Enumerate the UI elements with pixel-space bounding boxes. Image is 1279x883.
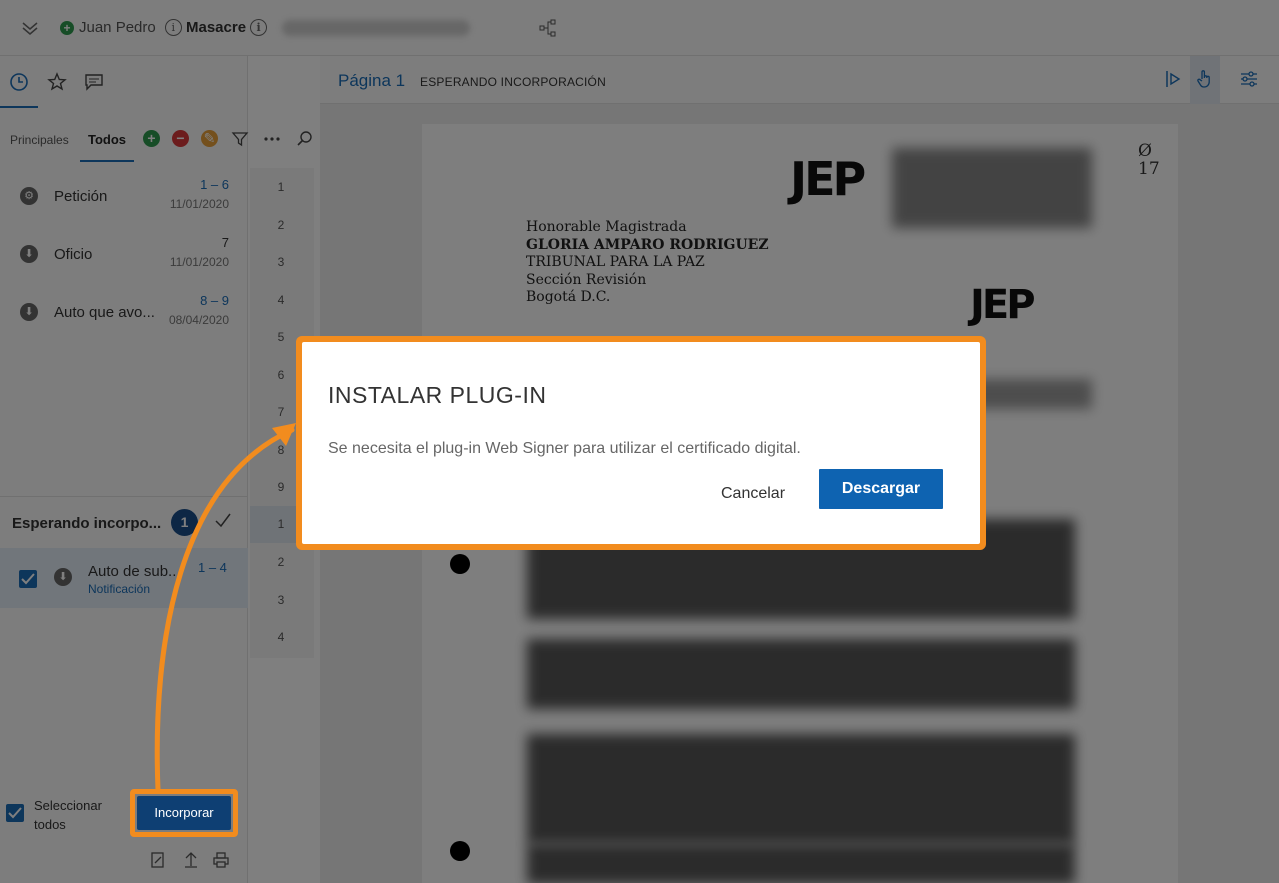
dialog-highlight: INSTALAR PLUG-IN Se necesita el plug-in … — [296, 336, 986, 550]
download-button[interactable]: Descargar — [819, 469, 943, 509]
dialog-message: Se necesita el plug-in Web Signer para u… — [328, 440, 801, 457]
install-plugin-dialog: INSTALAR PLUG-IN Se necesita el plug-in … — [302, 342, 980, 544]
cancel-button[interactable]: Cancelar — [698, 474, 808, 514]
dialog-title: INSTALAR PLUG-IN — [328, 382, 547, 408]
